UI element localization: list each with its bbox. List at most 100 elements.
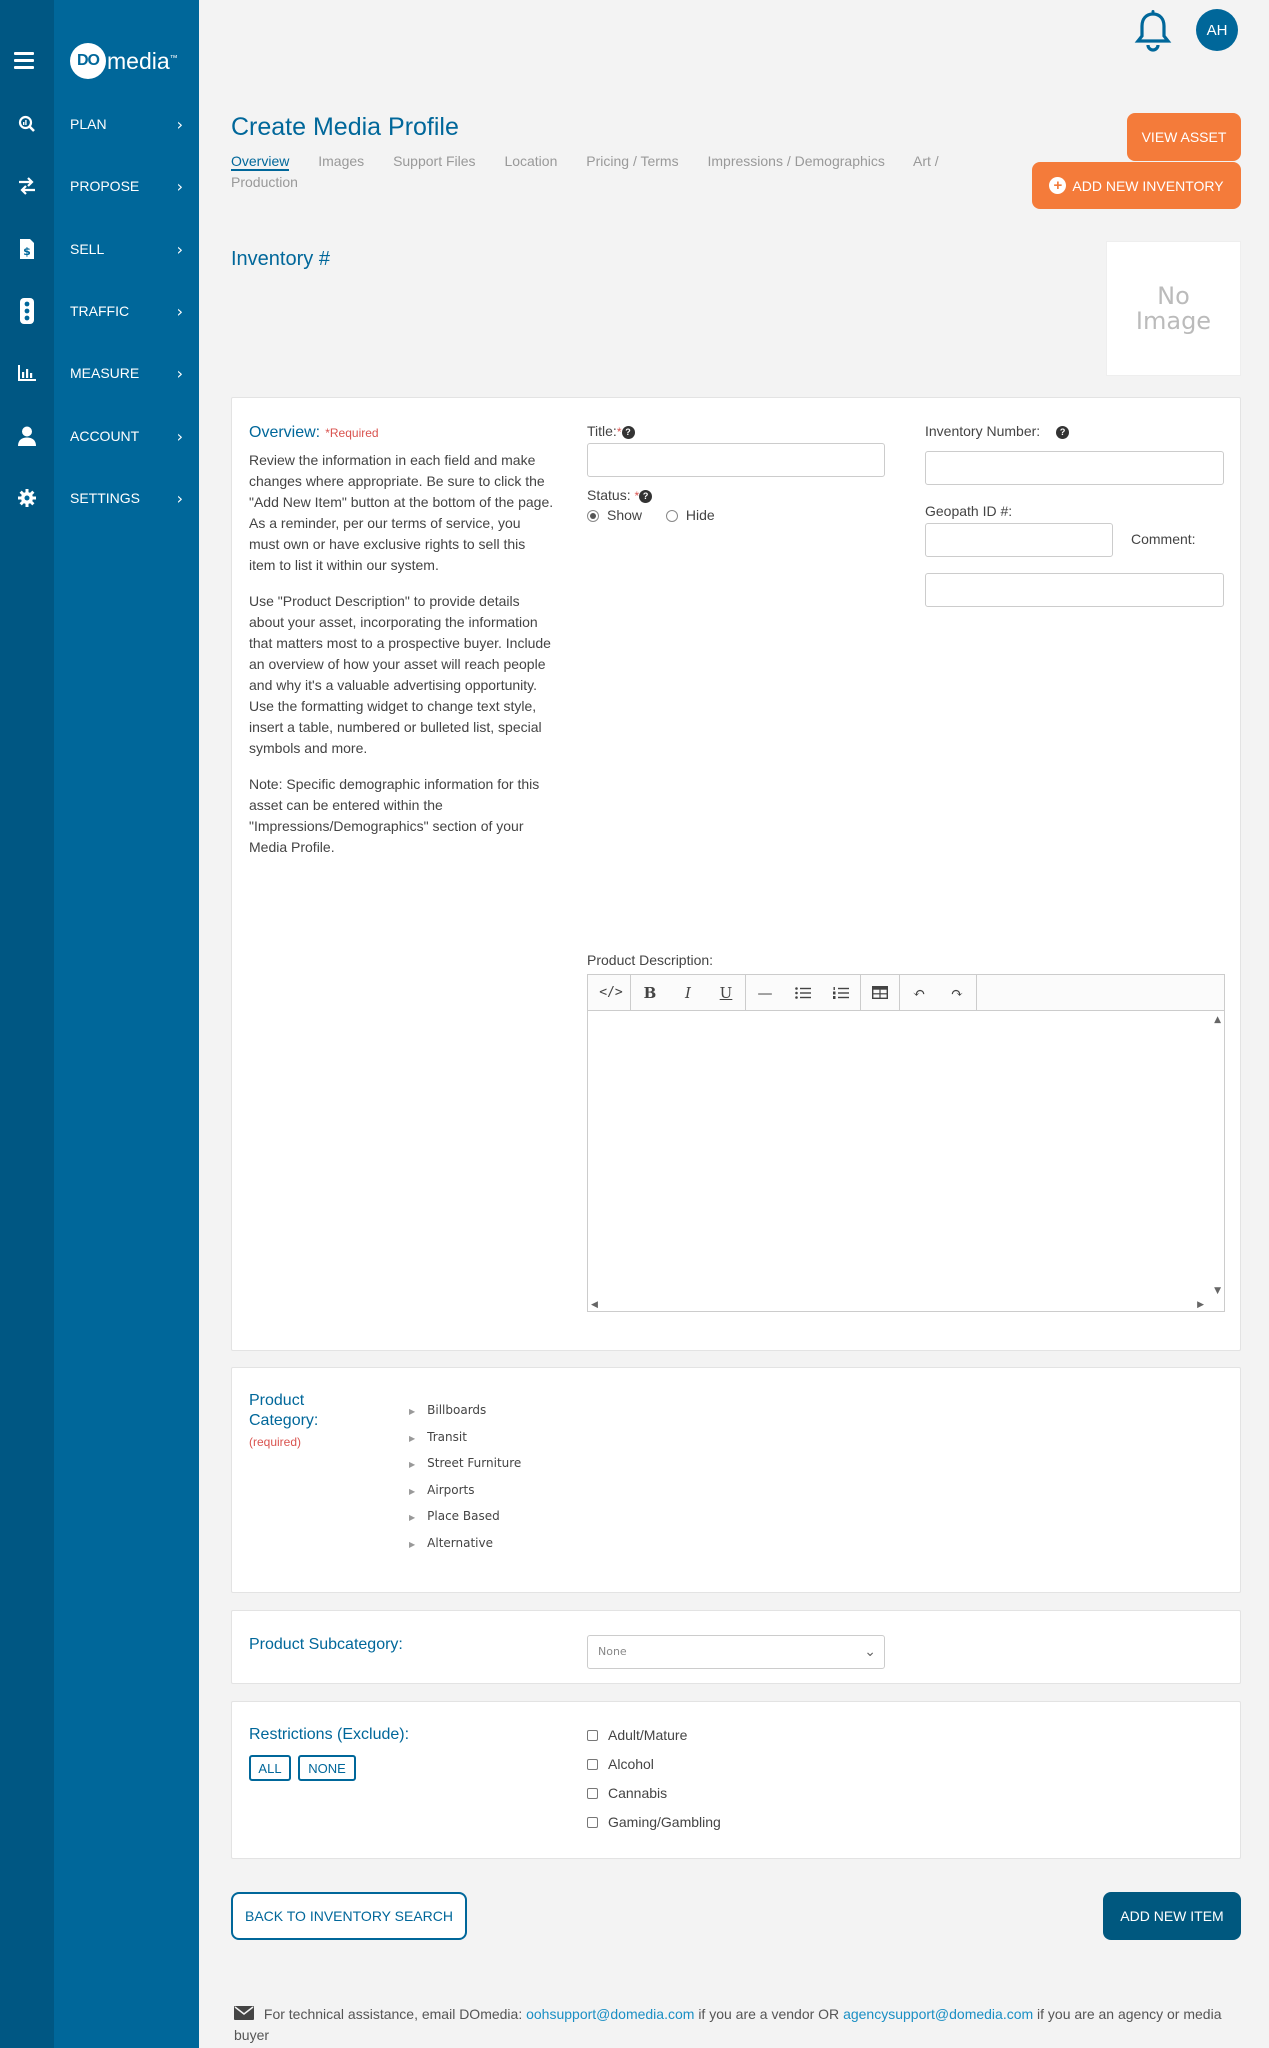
- restriction-gaming-gambling[interactable]: Gaming/Gambling: [587, 1814, 721, 1830]
- no-image-placeholder[interactable]: No Image: [1106, 241, 1241, 376]
- view-asset-button[interactable]: VIEW ASSET: [1127, 113, 1241, 161]
- horizontal-rule-icon[interactable]: —: [746, 975, 784, 1011]
- tab-overview[interactable]: Overview: [231, 153, 290, 171]
- select-all-button[interactable]: ALL: [249, 1755, 291, 1781]
- help-icon[interactable]: ?: [621, 425, 635, 439]
- tab-images[interactable]: Images: [318, 153, 364, 169]
- sidebar: DO media™ PLAN › PROPOSE › $ SELL › TRAF…: [0, 0, 199, 2048]
- category-item-street-furniture[interactable]: ▶ Street Furniture: [409, 1451, 521, 1478]
- status-hide-radio[interactable]: Hide: [665, 507, 715, 523]
- restriction-adult-mature[interactable]: Adult/Mature: [587, 1727, 687, 1743]
- chevron-right-icon: ›: [176, 176, 183, 196]
- sidebar-item-propose[interactable]: PROPOSE ›: [0, 166, 199, 206]
- tab-pricing-terms[interactable]: Pricing / Terms: [586, 153, 678, 169]
- numbered-list-icon[interactable]: [822, 975, 860, 1011]
- select-none-button[interactable]: NONE: [298, 1755, 356, 1781]
- back-to-inventory-search-button[interactable]: BACK TO INVENTORY SEARCH: [231, 1892, 467, 1940]
- overview-paragraph: Use "Product Description" to provide det…: [249, 593, 551, 756]
- scroll-right-icon[interactable]: ▶: [1197, 1300, 1204, 1310]
- help-icon[interactable]: ?: [639, 489, 653, 503]
- inventory-heading: Inventory #: [231, 248, 330, 270]
- scroll-up-icon[interactable]: ▲: [1214, 1015, 1221, 1025]
- category-item-airports[interactable]: ▶ Airports: [409, 1478, 521, 1505]
- title-input[interactable]: [587, 443, 885, 477]
- status-radio-group: Show Hide: [587, 507, 715, 523]
- add-new-inventory-button[interactable]: + ADD NEW INVENTORY: [1032, 162, 1241, 209]
- checkbox[interactable]: [587, 1817, 598, 1828]
- caret-right-icon: ▶: [409, 1433, 416, 1443]
- category-item-transit[interactable]: ▶ Transit: [409, 1425, 521, 1452]
- restrictions-card: Restrictions (Exclude): ALL NONE Adult/M…: [231, 1701, 1241, 1859]
- overview-header: Overview: *Required: [249, 422, 379, 442]
- bulleted-list-icon[interactable]: [784, 975, 822, 1011]
- checkbox[interactable]: [587, 1759, 598, 1770]
- user-icon: [0, 426, 54, 446]
- undo-icon[interactable]: ↶: [900, 975, 938, 1011]
- scroll-left-icon[interactable]: ◀: [591, 1300, 598, 1310]
- avatar[interactable]: AH: [1196, 9, 1238, 51]
- editor-content-area[interactable]: [588, 1012, 1224, 1311]
- sidebar-item-label: TRAFFIC: [70, 303, 130, 319]
- inventory-number-input[interactable]: [925, 451, 1224, 485]
- add-new-item-button[interactable]: ADD NEW ITEM: [1103, 1892, 1241, 1940]
- footer-support-note: For technical assistance, email DOmedia:…: [234, 2006, 1222, 2043]
- restriction-cannabis[interactable]: Cannabis: [587, 1785, 667, 1801]
- tab-support-files[interactable]: Support Files: [393, 153, 475, 169]
- title-label: Title:*?: [587, 423, 635, 439]
- tab-location[interactable]: Location: [504, 153, 557, 169]
- plus-circle-icon: +: [1049, 177, 1067, 194]
- checkbox[interactable]: [587, 1730, 598, 1741]
- search-chart-icon: [0, 115, 54, 133]
- tab-impressions-demographics[interactable]: Impressions / Demographics: [707, 153, 884, 169]
- status-show-radio[interactable]: Show: [587, 507, 642, 523]
- domedia-logo[interactable]: DO media™: [70, 43, 178, 79]
- chevron-right-icon: ›: [176, 363, 183, 383]
- chevron-right-icon: ›: [176, 426, 183, 446]
- product-subcategory-card: Product Subcategory: None ⌄: [231, 1610, 1241, 1684]
- caret-right-icon: ▶: [409, 1539, 416, 1549]
- restriction-alcohol[interactable]: Alcohol: [587, 1756, 654, 1772]
- sidebar-item-traffic[interactable]: TRAFFIC ›: [0, 291, 199, 331]
- checkbox[interactable]: [587, 1788, 598, 1799]
- sidebar-item-sell[interactable]: $ SELL ›: [0, 229, 199, 269]
- hamburger-menu-icon[interactable]: [14, 52, 34, 70]
- sidebar-item-account[interactable]: ACCOUNT ›: [0, 416, 199, 456]
- code-view-icon[interactable]: </>: [592, 975, 630, 1011]
- caret-right-icon: ▶: [409, 1513, 416, 1522]
- overview-card: Overview: *Required Review the informati…: [231, 397, 1241, 1351]
- svg-text:$: $: [23, 245, 31, 258]
- caret-right-icon: ▶: [409, 1407, 416, 1416]
- chevron-right-icon: ›: [176, 239, 183, 259]
- redo-icon[interactable]: ↷: [938, 975, 976, 1011]
- status-label: Status: *?: [587, 487, 653, 503]
- geopath-input[interactable]: [925, 523, 1113, 557]
- geopath-label: Geopath ID #:: [925, 503, 1013, 519]
- category-item-billboards[interactable]: ▶ Billboards: [409, 1398, 521, 1425]
- scroll-down-icon[interactable]: ▼: [1214, 1286, 1221, 1296]
- agency-support-email-link[interactable]: agencysupport@domedia.com: [843, 2006, 1033, 2022]
- subcategory-select[interactable]: None ⌄: [587, 1635, 885, 1669]
- sidebar-item-settings[interactable]: SETTINGS ›: [0, 478, 199, 518]
- category-item-place-based[interactable]: ▶ Place Based: [409, 1504, 521, 1531]
- vendor-support-email-link[interactable]: oohsupport@domedia.com: [526, 2006, 694, 2022]
- product-category-card: Product Category: (required) ▶ Billboards …: [231, 1367, 1241, 1593]
- comment-input[interactable]: [925, 573, 1224, 607]
- sidebar-item-measure[interactable]: MEASURE ›: [0, 353, 199, 393]
- sidebar-item-label: PLAN: [70, 116, 107, 132]
- sidebar-item-plan[interactable]: PLAN ›: [0, 104, 199, 144]
- chevron-down-icon: ⌄: [864, 1644, 876, 1660]
- comment-label: Comment:: [1131, 531, 1196, 547]
- page-title: Create Media Profile: [231, 113, 459, 141]
- restrictions-title: Restrictions (Exclude):: [249, 1726, 410, 1743]
- bold-icon[interactable]: B: [631, 975, 669, 1011]
- underline-icon[interactable]: U: [707, 975, 745, 1011]
- editor-toolbar: </> B I U — ↶ ↷: [588, 974, 1224, 1011]
- bell-icon[interactable]: [1133, 10, 1173, 52]
- italic-icon[interactable]: I: [669, 975, 707, 1011]
- category-item-alternative[interactable]: ▶ Alternative: [409, 1531, 521, 1558]
- gear-icon: [0, 489, 54, 507]
- add-new-inventory-label: ADD NEW INVENTORY: [1072, 177, 1224, 194]
- overview-paragraph: Note: Specific demographic information f…: [249, 776, 540, 855]
- table-icon[interactable]: [861, 975, 899, 1011]
- help-icon[interactable]: ?: [1056, 425, 1070, 439]
